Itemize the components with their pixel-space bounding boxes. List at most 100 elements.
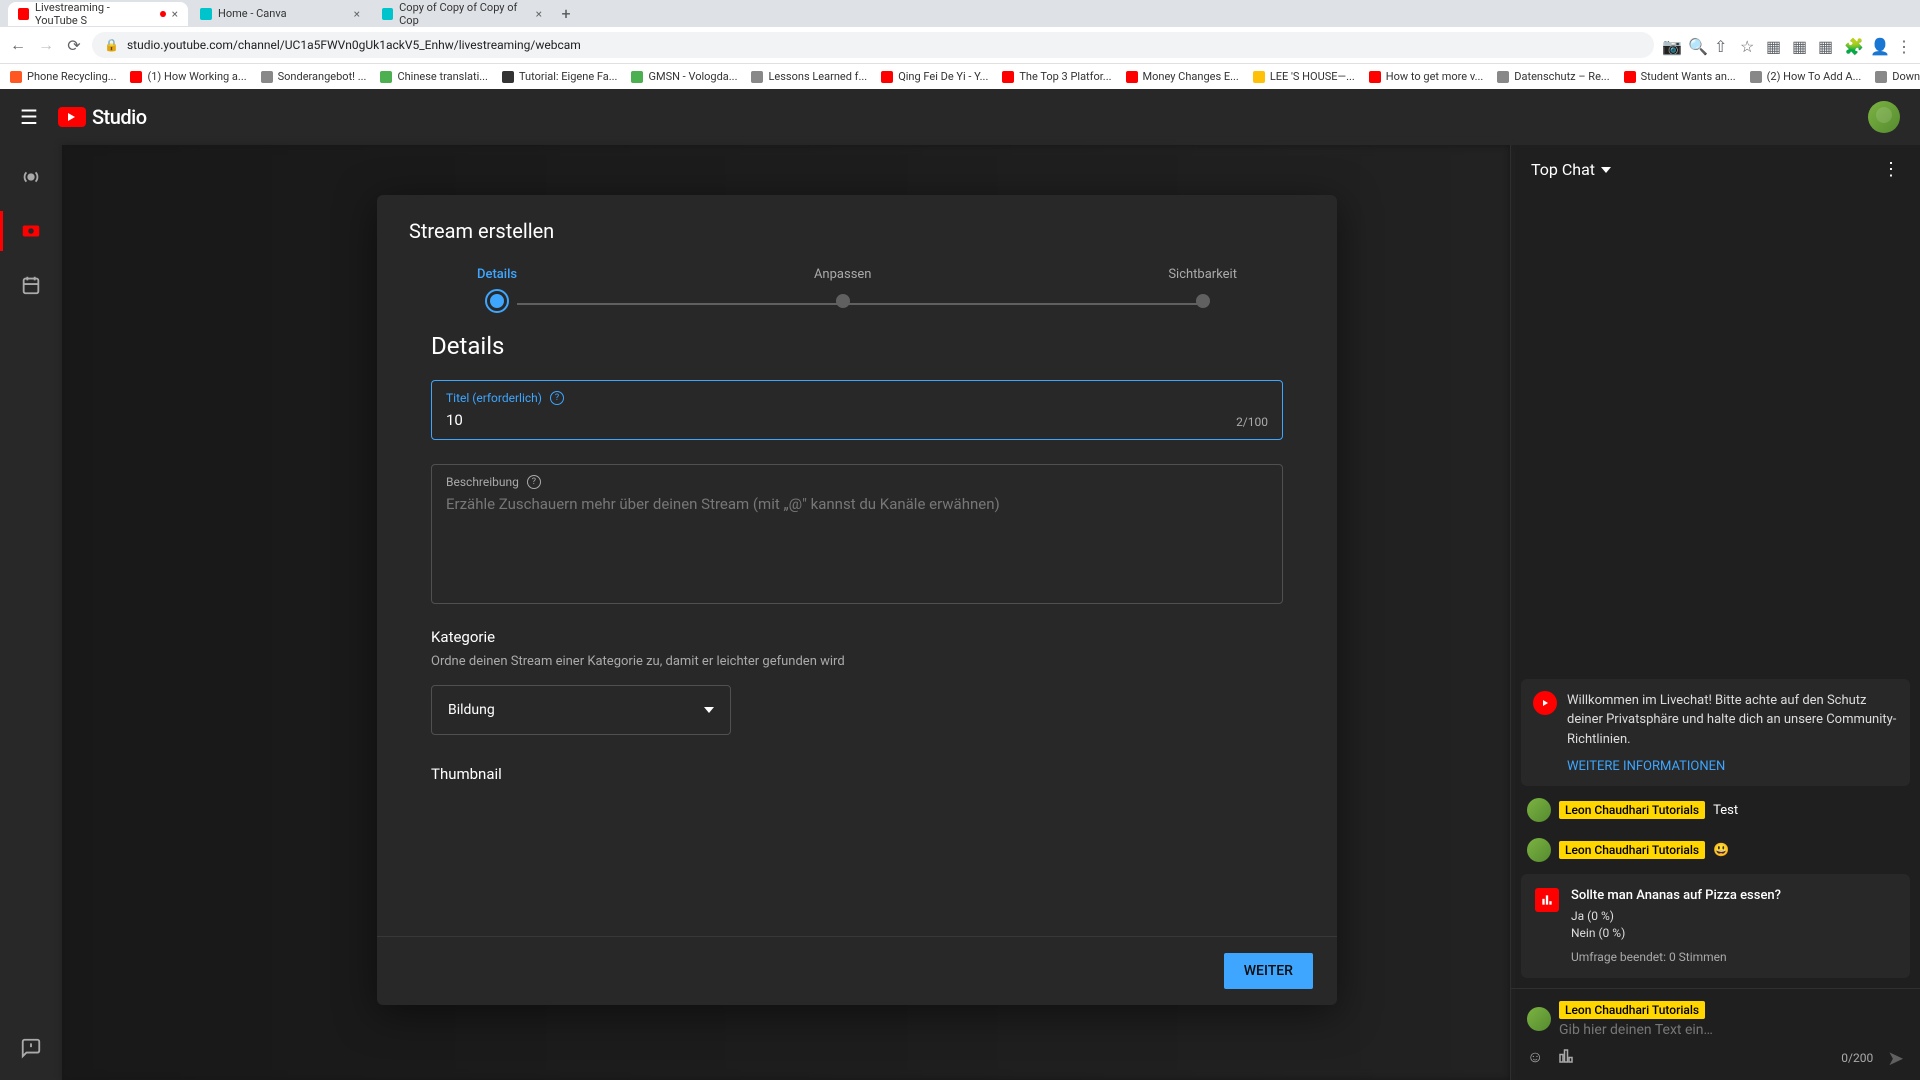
browser-tab-active[interactable]: Livestreaming - YouTube S × <box>8 2 188 26</box>
poll-question: Sollte man Ananas auf Pizza essen? <box>1571 888 1896 903</box>
bookmarks-bar: Phone Recycling... (1) How Working a... … <box>0 63 1920 89</box>
manage-icon[interactable] <box>19 273 43 297</box>
category-label: Kategorie <box>431 628 1283 646</box>
description-label: Beschreibung ? <box>446 475 1268 489</box>
welcome-card: Willkommen im Livechat! Bitte achte auf … <box>1521 679 1910 787</box>
browser-tab[interactable]: Copy of Copy of Copy of Cop × <box>372 2 552 26</box>
input-author-badge: Leon Chaudhari Tutorials <box>1559 1001 1705 1019</box>
bookmark-item[interactable]: Lessons Learned f... <box>751 70 867 83</box>
chat-message: Leon Chaudhari Tutorials Test <box>1521 794 1910 826</box>
step-visibility[interactable]: Sichtbarkeit <box>1168 267 1237 308</box>
studio-logo[interactable]: Studio <box>58 105 147 129</box>
main-layout: Stream erstellen Details Anpassen Sichtb… <box>0 145 1920 1080</box>
tab-close-icon[interactable]: × <box>354 7 360 21</box>
next-button[interactable]: WEITER <box>1224 953 1313 989</box>
zoom-icon[interactable]: 🔍 <box>1688 37 1704 53</box>
user-avatar[interactable] <box>1868 101 1900 133</box>
tab-favicon <box>382 8 393 20</box>
more-info-link[interactable]: WEITERE INFORMATIONEN <box>1567 759 1898 774</box>
tab-bar: Livestreaming - YouTube S × Home - Canva… <box>0 0 1920 27</box>
bookmark-item[interactable]: Datenschutz – Re... <box>1497 70 1609 83</box>
bookmark-item[interactable]: The Top 3 Platfor... <box>1002 70 1111 83</box>
chat-input[interactable]: Gib hier deinen Text ein… <box>1559 1022 1904 1038</box>
tab-close-icon[interactable]: × <box>172 7 178 21</box>
title-label: Titel (erforderlich) ? <box>446 391 1268 405</box>
extension-icon[interactable]: ▦ <box>1766 37 1782 53</box>
studio-text: Studio <box>92 105 147 129</box>
bookmark-item[interactable]: LEE 'S HOUSE—... <box>1253 70 1355 83</box>
extension-icon[interactable]: ▦ <box>1818 37 1834 53</box>
tab-favicon <box>18 8 29 20</box>
browser-chrome: Livestreaming - YouTube S × Home - Canva… <box>0 0 1920 63</box>
chat-text: 😃 <box>1713 843 1729 858</box>
welcome-text: Willkommen im Livechat! Bitte achte auf … <box>1567 691 1898 750</box>
chat-avatar[interactable] <box>1527 838 1551 862</box>
bookmark-item[interactable]: Qing Fei De Yi - Y... <box>881 70 988 83</box>
step-details[interactable]: Details <box>477 267 517 308</box>
extensions-icon[interactable]: 🧩 <box>1844 37 1860 53</box>
bookmark-item[interactable]: Tutorial: Eigene Fa... <box>502 70 618 83</box>
description-input[interactable]: Erzähle Zuschauern mehr über deinen Stre… <box>446 495 1268 513</box>
bookmark-item[interactable]: (2) How To Add A... <box>1750 70 1862 83</box>
feedback-icon[interactable] <box>19 1036 43 1060</box>
chat-input-area: Leon Chaudhari Tutorials Gib hier deinen… <box>1511 988 1920 1080</box>
toolbar-right: 📷 🔍 ⇧ ☆ ▦ ▦ ▦ 🧩 👤 ⋮ <box>1662 37 1912 53</box>
category-dropdown[interactable]: Bildung <box>431 685 731 735</box>
tab-title: Livestreaming - YouTube S <box>35 2 154 26</box>
webcam-icon[interactable] <box>19 219 43 243</box>
stepper: Details Anpassen Sichtbarkeit <box>377 267 1337 308</box>
modal-footer: WEITER <box>377 936 1337 1005</box>
help-icon[interactable]: ? <box>527 475 541 489</box>
bookmark-item[interactable]: Download - Cooki... <box>1875 70 1920 83</box>
camera-icon[interactable]: 📷 <box>1662 37 1678 53</box>
star-icon[interactable]: ☆ <box>1740 37 1756 53</box>
help-icon[interactable]: ? <box>550 391 564 405</box>
stream-icon[interactable] <box>19 165 43 189</box>
forward-button[interactable]: → <box>36 35 56 55</box>
chat-mode-selector[interactable]: Top Chat <box>1531 160 1611 179</box>
emoji-icon[interactable]: ☺ <box>1527 1047 1543 1069</box>
reload-button[interactable]: ⟳ <box>64 35 84 55</box>
profile-icon[interactable]: 👤 <box>1870 37 1886 53</box>
bookmark-item[interactable]: How to get more v... <box>1369 70 1484 83</box>
extension-icon[interactable]: ▦ <box>1792 37 1808 53</box>
bookmark-item[interactable]: Phone Recycling... <box>10 70 116 83</box>
menu-icon[interactable]: ⋮ <box>1896 37 1912 53</box>
author-badge[interactable]: Leon Chaudhari Tutorials <box>1559 841 1705 859</box>
chat-options-icon[interactable]: ⋮ <box>1882 159 1900 180</box>
modal-title: Stream erstellen <box>377 195 1337 259</box>
chevron-down-icon <box>704 707 714 713</box>
create-stream-modal: Stream erstellen Details Anpassen Sichtb… <box>377 195 1337 1005</box>
bookmark-item[interactable]: Sonderangebot! ... <box>261 70 367 83</box>
recording-dot-icon <box>160 11 166 17</box>
poll-card: Sollte man Ananas auf Pizza essen? Ja (0… <box>1521 874 1910 978</box>
url-input[interactable]: 🔒 studio.youtube.com/channel/UC1a5FWVn0g… <box>92 32 1654 58</box>
chat-text: Test <box>1713 803 1738 818</box>
chat-avatar[interactable] <box>1527 798 1551 822</box>
title-field[interactable]: Titel (erforderlich) ? 10 2/100 <box>431 380 1283 440</box>
step-customize[interactable]: Anpassen <box>814 267 872 308</box>
hamburger-icon[interactable]: ☰ <box>20 105 38 129</box>
step-circle-icon <box>490 294 504 308</box>
bookmark-item[interactable]: Money Changes E... <box>1126 70 1239 83</box>
description-field[interactable]: Beschreibung ? Erzähle Zuschauern mehr ü… <box>431 464 1283 604</box>
tab-favicon <box>200 8 212 20</box>
section-heading: Details <box>431 332 1283 360</box>
title-input[interactable]: 10 <box>446 411 1268 429</box>
poll-icon <box>1535 888 1559 912</box>
new-tab-button[interactable]: + <box>554 2 578 26</box>
poll-create-icon[interactable] <box>1557 1047 1575 1069</box>
bookmark-item[interactable]: GMSN - Vologda... <box>631 70 737 83</box>
chat-messages: Willkommen im Livechat! Bitte achte auf … <box>1511 194 1920 988</box>
author-badge[interactable]: Leon Chaudhari Tutorials <box>1559 801 1705 819</box>
char-count: 0/200 <box>1841 1051 1873 1065</box>
bookmark-item[interactable]: Student Wants an... <box>1624 70 1736 83</box>
back-button[interactable]: ← <box>8 35 28 55</box>
send-icon[interactable]: ➤ <box>1887 1046 1904 1070</box>
bookmark-item[interactable]: Chinese translati... <box>380 70 488 83</box>
tab-close-icon[interactable]: × <box>536 7 542 21</box>
thumbnail-label: Thumbnail <box>431 765 1283 783</box>
bookmark-item[interactable]: (1) How Working a... <box>130 70 246 83</box>
share-icon[interactable]: ⇧ <box>1714 37 1730 53</box>
browser-tab[interactable]: Home - Canva × <box>190 2 370 26</box>
